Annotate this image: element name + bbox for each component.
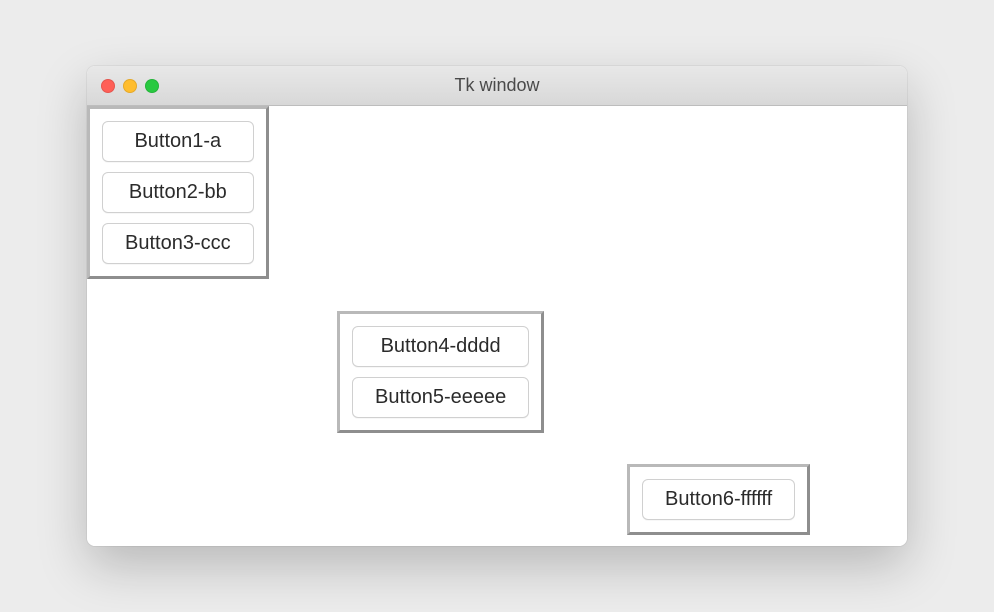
window-content: Button1-a Button2-bb Button3-ccc Button4… [87,106,907,546]
application-window: Tk window Button1-a Button2-bb Button3-c… [87,66,907,546]
minimize-button[interactable] [123,79,137,93]
frame-2: Button4-dddd Button5-eeeee [337,311,544,433]
maximize-button[interactable] [145,79,159,93]
button-4[interactable]: Button4-dddd [352,326,529,367]
frame-3: Button6-ffffff [627,464,810,535]
button-5[interactable]: Button5-eeeee [352,377,529,418]
button-1[interactable]: Button1-a [102,121,254,162]
window-title: Tk window [87,75,907,96]
close-button[interactable] [101,79,115,93]
traffic-lights [87,79,159,93]
button-3[interactable]: Button3-ccc [102,223,254,264]
button-6[interactable]: Button6-ffffff [642,479,795,520]
button-2[interactable]: Button2-bb [102,172,254,213]
titlebar: Tk window [87,66,907,106]
frame-1: Button1-a Button2-bb Button3-ccc [87,106,269,279]
